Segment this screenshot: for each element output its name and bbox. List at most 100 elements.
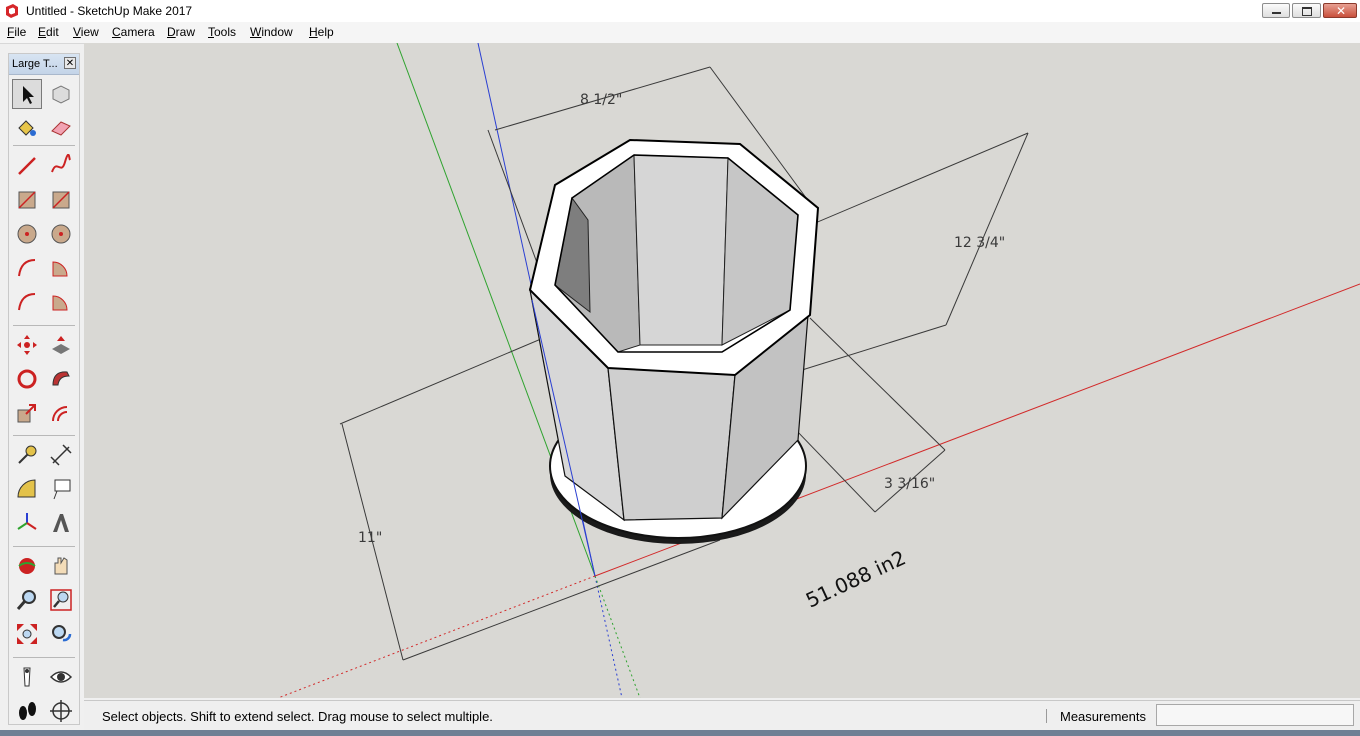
tool-push-pull-button[interactable] [46,330,76,360]
axes-icon [17,513,37,530]
minimize-button[interactable] [1262,3,1290,18]
tool-previous-view-button[interactable] [46,619,76,649]
follow-me-icon [52,371,70,386]
rotated-rectangle-icon [52,191,70,209]
tool-two-point-arc-button[interactable] [12,287,42,317]
menu-window[interactable]: Window [250,25,293,39]
tool-line-button[interactable] [12,151,42,181]
tool-position-camera-button[interactable] [12,662,42,692]
dimension-wall: 3 3/16" [884,476,935,492]
model-canvas[interactable]: 8 1/2" 12 3/4" 3 3/16" 11" 51.088 in2 [84,43,1360,698]
tool-three-point-arc-button[interactable] [46,287,76,317]
tool-text-button[interactable] [46,474,76,504]
tool-eraser-button[interactable] [46,113,76,143]
tool-orbit-button[interactable] [12,551,42,581]
tool-rotated-rectangle-button[interactable] [46,185,76,215]
tool-offset-button[interactable] [46,398,76,428]
area-label: 51.088 in2 [802,545,909,612]
polygon-icon [51,224,71,244]
tool-polygon-button[interactable] [46,219,76,249]
tool-component-button[interactable] [46,79,76,109]
rotate-icon [17,369,37,389]
tool-protractor-button[interactable] [12,474,42,504]
protractor-icon [17,479,36,498]
measurements-label: Measurements [1060,709,1146,724]
move-icon [17,335,37,355]
red-axis-negative [277,575,596,698]
title-bar: Untitled - SketchUp Make 2017 ✕ [0,0,1360,23]
tool-scale-button[interactable] [12,398,42,428]
tool-zoom-extents-button[interactable] [12,619,42,649]
circle-icon [17,224,37,244]
orbit-icon [18,558,36,574]
toolbar-separator [13,657,75,658]
tool-paint-bucket-button[interactable] [12,113,42,143]
select-icon [23,86,34,104]
toolbar-separator [13,546,75,547]
tool-section-plane-button[interactable] [46,696,76,726]
tool-walk-button[interactable] [12,696,42,726]
measurements-input[interactable] [1156,704,1354,726]
taskbar [0,730,1360,736]
tool-zoom-button[interactable] [12,585,42,615]
menu-view[interactable]: View [73,25,99,39]
large-tool-set-toolbar: Large T... ✕ [8,53,80,725]
close-button[interactable]: ✕ [1323,3,1357,18]
look-around-icon [49,671,73,683]
tool-circle-button[interactable] [12,219,42,249]
tool-freehand-button[interactable] [46,151,76,181]
toolbar-title: Large T... [12,58,58,70]
tape-measure-icon [18,445,37,464]
tool-tape-measure-button[interactable] [12,440,42,470]
modeling-viewport[interactable]: 8 1/2" 12 3/4" 3 3/16" 11" 51.088 in2 [84,43,1360,698]
tool-zoom-window-button[interactable] [46,585,76,615]
menu-tools[interactable]: Tools [208,25,236,39]
line-icon [18,157,36,175]
menu-camera[interactable]: Camera [112,25,155,39]
tool-follow-me-button[interactable] [46,364,76,394]
minimize-icon [1272,12,1281,14]
zoom-extents-icon [17,624,37,644]
section-plane-icon [50,700,72,722]
pie-icon [52,261,68,277]
eraser-icon [51,121,71,136]
menu-draw[interactable]: Draw [167,25,195,39]
arc-icon [18,259,36,277]
toolbar-separator [13,325,75,326]
offset-icon [52,406,68,422]
close-icon: ✕ [1336,4,1347,18]
menu-bar: File Edit View Camera Draw Tools Window … [0,22,1360,44]
menu-edit[interactable]: Edit [38,25,59,39]
dimension-height: 11" [358,530,382,546]
tool-rotate-button[interactable] [12,364,42,394]
toolbar-close-button[interactable]: ✕ [64,57,76,69]
menu-file[interactable]: File [7,25,26,39]
pan-icon [54,557,68,575]
tool-pan-button[interactable] [46,551,76,581]
tool-axes-button[interactable] [12,508,42,538]
push-pull-icon [52,336,70,354]
tool-pie-button[interactable] [46,253,76,283]
toolbar-header[interactable]: Large T... ✕ [9,54,79,75]
walk-icon [19,702,36,720]
tool-rectangle-button[interactable] [12,185,42,215]
tool-move-button[interactable] [12,330,42,360]
tool-look-around-button[interactable] [46,662,76,692]
previous-view-icon [52,625,72,642]
tool-dimension-button[interactable] [46,440,76,470]
scale-icon [17,404,36,423]
toolbar-separator [13,145,75,146]
freehand-icon [51,154,71,173]
restore-icon [1302,7,1312,16]
tool-3d-text-button[interactable] [46,508,76,538]
menu-help[interactable]: Help [309,25,334,39]
status-hint: Select objects. Shift to extend select. … [102,709,493,724]
tool-select-button[interactable] [12,79,42,109]
dimension-icon [50,444,72,466]
dimension-depth: 12 3/4" [954,235,1005,251]
restore-button[interactable] [1292,3,1321,18]
tool-arc-button[interactable] [12,253,42,283]
position-camera-icon [23,667,31,687]
two-point-arc-icon [18,293,36,311]
zoom-icon [16,590,36,610]
